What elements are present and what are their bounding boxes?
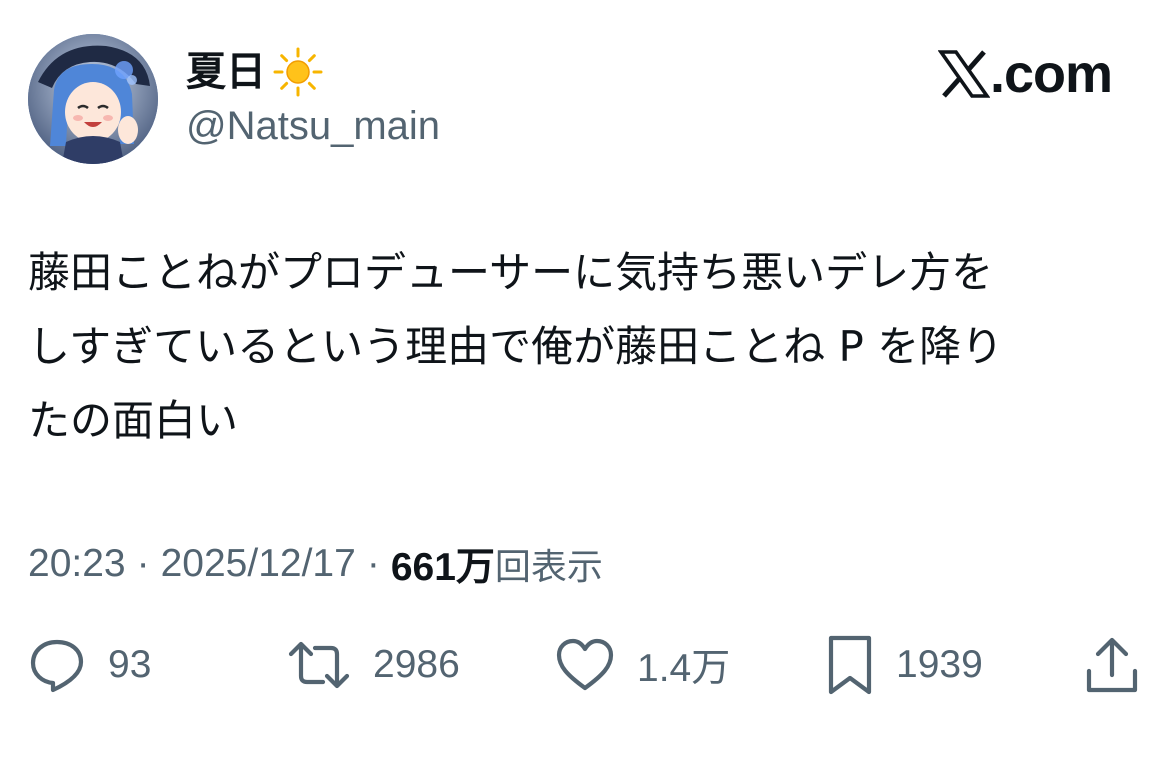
tweet-text-line: たの面白い	[28, 396, 239, 445]
retweet-icon	[288, 641, 350, 689]
share-icon	[1086, 637, 1138, 693]
like-count-value: 1.4万	[637, 647, 731, 690]
tweet-meta: 20:23 · 2025/12/17 · 661万 回表示	[28, 537, 603, 591]
display-name-row[interactable]: 夏日	[186, 44, 324, 100]
display-name[interactable]: 夏日	[186, 52, 266, 92]
retweet-count: 2986	[373, 643, 460, 686]
reply-count: 93	[108, 643, 152, 686]
tweet-text-line: しすぎているという理由で俺が藤田ことね P を降り	[28, 322, 1004, 371]
views-label: 回表示	[494, 547, 603, 588]
brand-domain-text: .com	[989, 44, 1113, 104]
bookmark-button[interactable]: 1939	[826, 630, 983, 700]
avatar[interactable]	[28, 34, 158, 164]
tweet-text: 藤田ことねがプロデューサーに気持ち悪いデレ方を しすぎているという理由で俺が藤田…	[28, 236, 1138, 458]
tweet-text-line: 藤田ことねがプロデューサーに気持ち悪いデレ方を	[28, 248, 994, 297]
bookmark-icon	[828, 635, 872, 695]
reply-button[interactable]: 93	[28, 630, 151, 700]
sun-icon	[273, 47, 323, 97]
share-button[interactable]	[1084, 630, 1140, 700]
user-handle[interactable]: @Natsu_main	[186, 102, 440, 150]
meta-separator: ·	[366, 542, 380, 585]
reply-icon	[30, 639, 84, 693]
x-logo-icon	[937, 50, 990, 98]
like-count: 1.4万	[637, 637, 730, 693]
tweet-time[interactable]: 20:23	[28, 542, 126, 586]
views-count: 661万	[390, 546, 495, 589]
heart-icon	[556, 638, 614, 691]
avatar-image	[28, 34, 158, 164]
tweet-card: 夏日 @Natsu_main .com 藤田ことねがプロデューサーに気持ち悪いデ…	[0, 0, 1152, 758]
retweet-button[interactable]: 2986	[287, 630, 460, 700]
like-button[interactable]: 1.4万	[555, 630, 730, 700]
bookmark-count: 1939	[896, 643, 983, 686]
action-bar: 93 2986 1.4万 1939	[0, 630, 1152, 700]
meta-separator: ·	[136, 542, 150, 585]
brand-logo: .com	[937, 44, 1113, 104]
tweet-date[interactable]: 2025/12/17	[161, 542, 356, 586]
